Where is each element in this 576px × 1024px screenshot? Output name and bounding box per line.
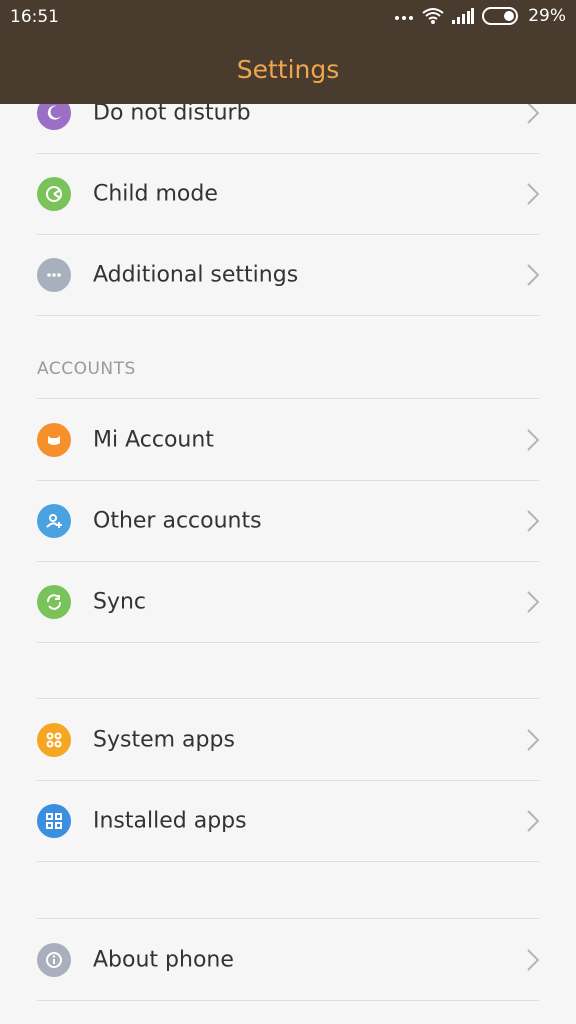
settings-row-sync[interactable]: Sync bbox=[37, 561, 539, 643]
row-label: Mi Account bbox=[93, 427, 214, 452]
row-label: Sync bbox=[93, 589, 147, 614]
chevron-right-icon bbox=[527, 101, 539, 124]
settings-row-other-accounts[interactable]: Other accounts bbox=[37, 480, 539, 562]
app-bar: Settings bbox=[0, 34, 576, 104]
sync-icon bbox=[37, 584, 71, 619]
settings-row-mi-account[interactable]: Mi Account bbox=[37, 399, 539, 481]
battery-icon bbox=[482, 7, 519, 25]
signal-icon bbox=[452, 8, 475, 24]
info-icon bbox=[37, 942, 71, 977]
add-person-icon bbox=[37, 503, 71, 538]
chevron-right-icon bbox=[527, 948, 539, 971]
installed-apps-icon bbox=[37, 803, 71, 838]
settings-row-installed-apps[interactable]: Installed apps bbox=[37, 780, 539, 862]
system-apps-icon bbox=[37, 722, 71, 757]
status-bar: 16:51 29% bbox=[0, 0, 576, 34]
settings-row-system-apps[interactable]: System apps bbox=[37, 699, 539, 781]
row-label: Additional settings bbox=[93, 262, 299, 287]
chevron-right-icon bbox=[527, 182, 539, 205]
settings-row-about-phone[interactable]: About phone bbox=[37, 919, 539, 1001]
battery-percent: 29% bbox=[528, 6, 566, 26]
status-icons: 29% bbox=[394, 6, 566, 26]
status-time: 16:51 bbox=[10, 7, 59, 27]
more-dots-icon bbox=[37, 257, 71, 292]
chevron-right-icon bbox=[527, 590, 539, 613]
chevron-right-icon bbox=[527, 428, 539, 451]
chevron-right-icon bbox=[527, 509, 539, 532]
row-label: Child mode bbox=[93, 181, 218, 206]
more-dots-icon bbox=[395, 16, 414, 20]
page-title: Settings bbox=[236, 54, 340, 84]
settings-row-additional-settings[interactable]: Additional settings bbox=[37, 234, 539, 316]
mi-account-icon bbox=[37, 422, 71, 457]
row-label: System apps bbox=[93, 727, 235, 752]
chevron-right-icon bbox=[527, 263, 539, 286]
row-label: About phone bbox=[93, 947, 234, 972]
chevron-right-icon bbox=[527, 809, 539, 832]
child-mode-icon bbox=[37, 176, 71, 211]
section-header-accounts: ACCOUNTS bbox=[37, 359, 136, 379]
row-label: Installed apps bbox=[93, 808, 247, 833]
settings-row-child-mode[interactable]: Child mode bbox=[37, 153, 539, 235]
row-label: Other accounts bbox=[93, 508, 262, 533]
chevron-right-icon bbox=[527, 728, 539, 751]
wifi-icon bbox=[422, 8, 444, 24]
